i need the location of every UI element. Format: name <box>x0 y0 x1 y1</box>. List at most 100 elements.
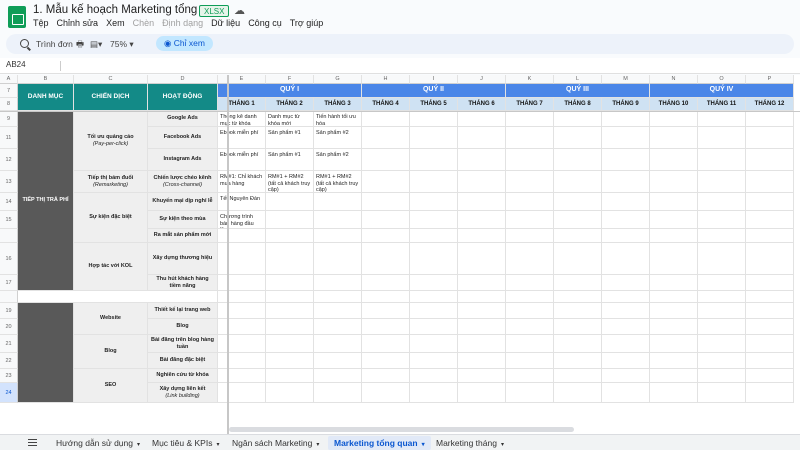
activity-link-building[interactable]: Xây dựng liên kết (Link building) <box>148 383 218 403</box>
entry-cell[interactable]: Sản phẩm #2 <box>314 149 362 171</box>
sheet-tab-goals[interactable]: Mục tiêu & KPIs ▾ <box>146 436 225 450</box>
menu-edit[interactable]: Chỉnh sửa <box>57 18 99 28</box>
grid-cell[interactable] <box>218 383 266 403</box>
activity-special-posts[interactable]: Bài đăng đặc biệt <box>148 353 218 369</box>
grid-cell[interactable] <box>218 319 266 335</box>
grid-cell[interactable] <box>362 335 410 353</box>
entry-cell[interactable]: Ebook miễn phí <box>218 127 266 149</box>
grid-cell[interactable] <box>314 211 362 229</box>
grid-cell[interactable] <box>602 335 650 353</box>
grid-cell[interactable] <box>314 275 362 291</box>
grid-cell[interactable] <box>506 193 554 211</box>
grid-cell[interactable] <box>458 193 506 211</box>
grid-cell[interactable] <box>554 369 602 383</box>
activity-redesign[interactable]: Thiết kế lại trang web <box>148 303 218 319</box>
grid-cell[interactable] <box>410 243 458 275</box>
grid-cell[interactable] <box>506 291 554 303</box>
grid-cell[interactable] <box>314 291 362 303</box>
grid-cell[interactable] <box>650 229 698 243</box>
campaign-blog[interactable]: Blog <box>74 335 148 369</box>
grid-cell[interactable] <box>554 319 602 335</box>
zoom-select[interactable]: 75% ▾ <box>110 37 134 51</box>
grid-cell[interactable] <box>218 291 266 303</box>
row-header[interactable] <box>0 229 18 243</box>
grid-cell[interactable] <box>458 319 506 335</box>
activity-seasonal-event[interactable]: Sự kiện theo mùa <box>148 211 218 229</box>
grid-cell[interactable] <box>554 353 602 369</box>
menu-data[interactable]: Dữ liệu <box>211 18 240 28</box>
column-header[interactable]: N <box>650 75 698 84</box>
grid-cell[interactable] <box>746 229 794 243</box>
entry-cell[interactable]: Sản phẩm #1 <box>266 127 314 149</box>
grid-cell[interactable] <box>650 275 698 291</box>
menu-file[interactable]: Tệp <box>33 18 49 28</box>
grid-cell[interactable] <box>458 353 506 369</box>
menu-view[interactable]: Xem <box>106 18 125 28</box>
grid-cell[interactable] <box>650 319 698 335</box>
grid-cell[interactable] <box>698 193 746 211</box>
column-header[interactable]: O <box>698 75 746 84</box>
grid-cell[interactable] <box>362 211 410 229</box>
grid-cell[interactable] <box>746 243 794 275</box>
grid-cell[interactable] <box>266 383 314 403</box>
grid-cell[interactable] <box>650 127 698 149</box>
grid-cell[interactable] <box>506 211 554 229</box>
spreadsheet-grid[interactable]: A B C D E F G H I J K L M N O P 7 8 9 11 12 13 14 15 16 17 19 20 21 2… <box>0 75 800 435</box>
grid-cell[interactable] <box>698 229 746 243</box>
grid-cell[interactable] <box>314 303 362 319</box>
row-header[interactable]: 9 <box>0 111 18 127</box>
grid-cell[interactable] <box>362 193 410 211</box>
grid-cell[interactable] <box>218 275 266 291</box>
grid-cell[interactable] <box>698 369 746 383</box>
activity-holiday-promo[interactable]: Khuyến mại dịp nghỉ lễ <box>148 193 218 211</box>
row-header[interactable]: 7 <box>0 84 18 98</box>
grid-cell[interactable] <box>746 303 794 319</box>
grid-cell[interactable] <box>218 369 266 383</box>
entry-cell[interactable]: Danh mục từ khóa mới <box>266 111 314 127</box>
grid-cell[interactable] <box>362 369 410 383</box>
row-header[interactable] <box>0 291 18 303</box>
campaign-website[interactable]: Website <box>74 303 148 335</box>
grid-cell[interactable] <box>602 229 650 243</box>
entry-cell[interactable]: Tết Nguyên Đán <box>218 193 266 211</box>
column-header[interactable]: L <box>554 75 602 84</box>
grid-cell[interactable] <box>698 275 746 291</box>
column-header[interactable]: J <box>458 75 506 84</box>
grid-cell[interactable] <box>698 291 746 303</box>
grid-cell[interactable] <box>650 369 698 383</box>
grid-cell[interactable] <box>506 149 554 171</box>
grid-cell[interactable] <box>602 319 650 335</box>
grid-cell[interactable] <box>650 149 698 171</box>
grid-cell[interactable] <box>410 111 458 127</box>
grid-cell[interactable] <box>506 275 554 291</box>
grid-cell[interactable] <box>746 193 794 211</box>
grid-cell[interactable] <box>602 369 650 383</box>
grid-cell[interactable] <box>554 383 602 403</box>
sheets-logo-icon[interactable] <box>8 6 26 28</box>
column-header[interactable]: M <box>602 75 650 84</box>
category-content[interactable] <box>18 303 74 403</box>
activity-weekly-posts[interactable]: Bài đăng trên blog hàng tuần <box>148 335 218 353</box>
campaign-special-events[interactable]: Sự kiện đặc biệt <box>74 193 148 243</box>
row-header[interactable]: 23 <box>0 369 18 383</box>
sheet-tab-monthly[interactable]: Marketing tháng ▾ <box>430 436 510 450</box>
grid-cell[interactable] <box>218 353 266 369</box>
entry-cell[interactable]: RM#1: Chỉ khách mua hàng <box>218 171 266 193</box>
search-menus-label[interactable]: Trình đơn <box>36 37 73 51</box>
grid-cell[interactable] <box>410 291 458 303</box>
activity-branding[interactable]: Xây dựng thương hiệu <box>148 243 218 275</box>
grid-cell[interactable] <box>602 353 650 369</box>
grid-cell[interactable] <box>554 193 602 211</box>
grid-cell[interactable] <box>506 319 554 335</box>
grid-cell[interactable] <box>506 369 554 383</box>
grid-cell[interactable] <box>458 291 506 303</box>
grid-cell[interactable] <box>266 193 314 211</box>
grid-cell[interactable] <box>314 243 362 275</box>
grid-cell[interactable] <box>266 275 314 291</box>
entry-cell[interactable]: Thống kê danh mục từ khóa <box>218 111 266 127</box>
grid-cell[interactable] <box>506 383 554 403</box>
grid-cell[interactable] <box>410 319 458 335</box>
grid-cell[interactable] <box>746 291 794 303</box>
grid-cell[interactable] <box>266 335 314 353</box>
grid-cell[interactable] <box>362 291 410 303</box>
